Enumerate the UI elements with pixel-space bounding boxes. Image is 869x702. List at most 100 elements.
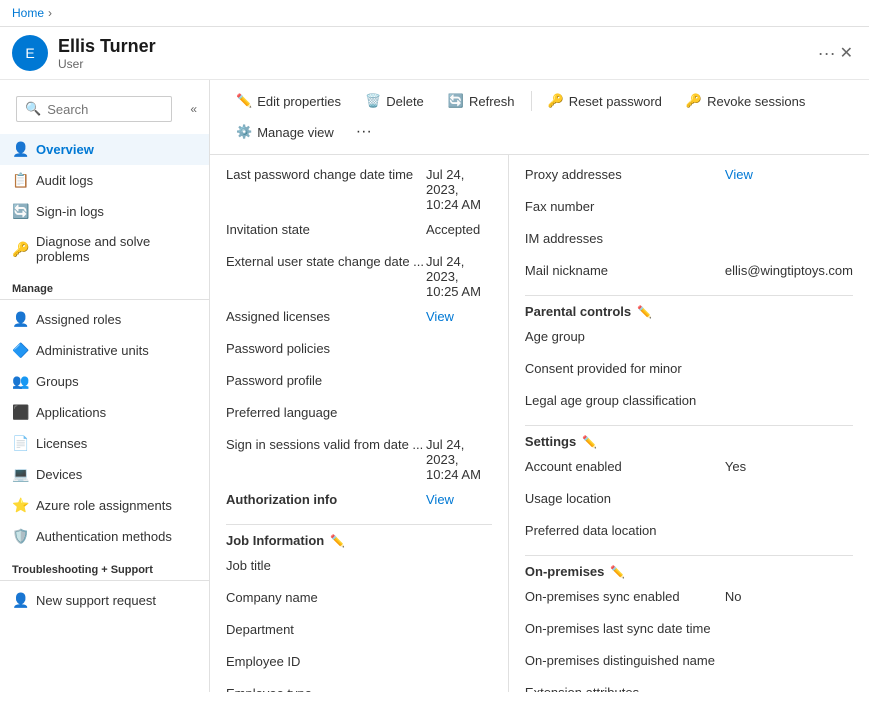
new-support-icon: 👤 xyxy=(12,592,28,609)
prop-label-fax: Fax number xyxy=(525,199,725,214)
toolbar-more-button[interactable]: ··· xyxy=(348,118,380,146)
prop-sync-enabled: On-premises sync enabled No xyxy=(525,589,853,611)
prop-label-consent: Consent provided for minor xyxy=(525,361,725,376)
user-info: Ellis Turner User xyxy=(58,36,810,71)
sidebar-item-diagnose[interactable]: 🔑 Diagnose and solve problems xyxy=(0,227,209,271)
prop-label-job-title: Job title xyxy=(226,558,426,573)
sidebar-item-devices-label: Devices xyxy=(36,467,82,482)
sidebar: 🔍 « 👤 Overview 📋 Audit logs 🔄 Sign-in lo… xyxy=(0,80,210,692)
sidebar-item-audit-logs[interactable]: 📋 Audit logs xyxy=(0,165,209,196)
prop-fax-number: Fax number xyxy=(525,199,853,221)
prop-label-employee-type: Employee type xyxy=(226,686,426,692)
search-box: 🔍 xyxy=(16,96,172,122)
prop-value-external: Jul 24, 2023, 10:25 AM xyxy=(426,254,492,299)
user-role: User xyxy=(58,57,810,71)
prop-label-age-group: Age group xyxy=(525,329,725,344)
azure-roles-icon: ⭐ xyxy=(12,497,28,514)
job-section-title: Job Information xyxy=(226,533,324,548)
sidebar-item-new-support[interactable]: 👤 New support request xyxy=(0,585,209,616)
refresh-button[interactable]: 🔄 Refresh xyxy=(438,88,525,114)
properties-right: Proxy addresses View Fax number IM addre… xyxy=(509,155,869,692)
sidebar-item-auth-methods-label: Authentication methods xyxy=(36,529,172,544)
delete-label: Delete xyxy=(386,94,424,109)
on-premises-section-title: On-premises xyxy=(525,564,604,579)
sidebar-item-audit-logs-label: Audit logs xyxy=(36,173,93,188)
applications-icon: ⬛ xyxy=(12,404,28,421)
admin-units-icon: 🔷 xyxy=(12,342,28,359)
sidebar-item-applications[interactable]: ⬛ Applications xyxy=(0,397,209,428)
job-edit-icon[interactable]: ✏️ xyxy=(330,534,345,548)
divider-job xyxy=(226,524,492,525)
prop-label-pwd-policies: Password policies xyxy=(226,341,426,356)
sidebar-item-sign-in-logs[interactable]: 🔄 Sign-in logs xyxy=(0,196,209,227)
reset-password-icon: 🔑 xyxy=(548,93,564,109)
edit-properties-button[interactable]: ✏️ Edit properties xyxy=(226,88,351,114)
header-more-button[interactable]: ··· xyxy=(818,43,836,64)
manage-view-button[interactable]: ⚙️ Manage view xyxy=(226,119,344,145)
sidebar-item-azure-roles[interactable]: ⭐ Azure role assignments xyxy=(0,490,209,521)
breadcrumb-separator: › xyxy=(48,6,52,20)
prop-value-sign-in: Jul 24, 2023, 10:24 AM xyxy=(426,437,492,482)
divider-parental xyxy=(525,295,853,296)
sidebar-item-overview[interactable]: 👤 Overview xyxy=(0,134,209,165)
prop-label-pref-lang: Preferred language xyxy=(226,405,426,420)
sidebar-item-devices[interactable]: 💻 Devices xyxy=(0,459,209,490)
refresh-icon: 🔄 xyxy=(448,93,464,109)
prop-extension-attrs: Extension attributes xyxy=(525,685,853,692)
prop-employee-id: Employee ID xyxy=(226,654,492,676)
prop-link-auth-info[interactable]: View xyxy=(426,492,492,507)
prop-label-pref-data: Preferred data location xyxy=(525,523,725,538)
divider-on-premises xyxy=(525,555,853,556)
top-bar: Home › xyxy=(0,0,869,27)
prop-label-account-enabled: Account enabled xyxy=(525,459,725,474)
prop-label-auth-info: Authorization info xyxy=(226,492,426,507)
prop-invitation-state: Invitation state Accepted xyxy=(226,222,492,244)
on-premises-section-header: On-premises ✏️ xyxy=(525,564,853,579)
toolbar: ✏️ Edit properties 🗑️ Delete 🔄 Refresh 🔑… xyxy=(210,80,869,155)
prop-label-usage-location: Usage location xyxy=(525,491,725,506)
prop-link-proxy[interactable]: View xyxy=(725,167,853,182)
sidebar-item-auth-methods[interactable]: 🛡️ Authentication methods xyxy=(0,521,209,552)
audit-logs-icon: 📋 xyxy=(12,172,28,189)
parental-section-title: Parental controls xyxy=(525,304,631,319)
close-button[interactable]: ✕ xyxy=(836,39,857,67)
prop-auth-info: Authorization info View xyxy=(226,492,492,514)
revoke-sessions-button[interactable]: 🔑 Revoke sessions xyxy=(676,88,815,114)
properties-left: Last password change date time Jul 24, 2… xyxy=(210,155,509,692)
settings-section-title: Settings xyxy=(525,434,576,449)
reset-password-button[interactable]: 🔑 Reset password xyxy=(538,88,672,114)
prop-department: Department xyxy=(226,622,492,644)
prop-assigned-licenses: Assigned licenses View xyxy=(226,309,492,331)
breadcrumb-home[interactable]: Home xyxy=(12,6,44,20)
prop-link-licenses[interactable]: View xyxy=(426,309,492,324)
user-name: Ellis Turner xyxy=(58,36,810,57)
prop-last-pwd-change: Last password change date time Jul 24, 2… xyxy=(226,167,492,212)
sign-in-logs-icon: 🔄 xyxy=(12,203,28,220)
prop-im-addresses: IM addresses xyxy=(525,231,853,253)
on-premises-edit-icon[interactable]: ✏️ xyxy=(610,565,625,579)
prop-label-pwd-profile: Password profile xyxy=(226,373,426,388)
delete-button[interactable]: 🗑️ Delete xyxy=(355,88,434,114)
prop-label-company: Company name xyxy=(226,590,426,605)
search-input[interactable] xyxy=(47,102,163,117)
sidebar-item-licenses[interactable]: 📄 Licenses xyxy=(0,428,209,459)
sidebar-collapse-button[interactable]: « xyxy=(186,100,201,118)
settings-edit-icon[interactable]: ✏️ xyxy=(582,435,597,449)
prop-sign-in-sessions: Sign in sessions valid from date ... Jul… xyxy=(226,437,492,482)
assigned-roles-icon: 👤 xyxy=(12,311,28,328)
prop-value-invitation: Accepted xyxy=(426,222,492,237)
sidebar-item-assigned-roles[interactable]: 👤 Assigned roles xyxy=(0,304,209,335)
parental-edit-icon[interactable]: ✏️ xyxy=(637,305,652,319)
prop-password-profile: Password profile xyxy=(226,373,492,395)
prop-label-legal-age: Legal age group classification xyxy=(525,393,725,408)
edit-icon: ✏️ xyxy=(236,93,252,109)
manage-section-label: Manage xyxy=(0,271,209,299)
sidebar-item-groups-label: Groups xyxy=(36,374,79,389)
sidebar-item-admin-units[interactable]: 🔷 Administrative units xyxy=(0,335,209,366)
sidebar-item-groups[interactable]: 👥 Groups xyxy=(0,366,209,397)
prop-label-extension: Extension attributes xyxy=(525,685,725,692)
prop-label-sync-enabled: On-premises sync enabled xyxy=(525,589,725,604)
prop-mail-nickname: Mail nickname ellis@wingtiptoys.com xyxy=(525,263,853,285)
prop-label-invitation: Invitation state xyxy=(226,222,426,237)
properties-area: Last password change date time Jul 24, 2… xyxy=(210,155,869,692)
